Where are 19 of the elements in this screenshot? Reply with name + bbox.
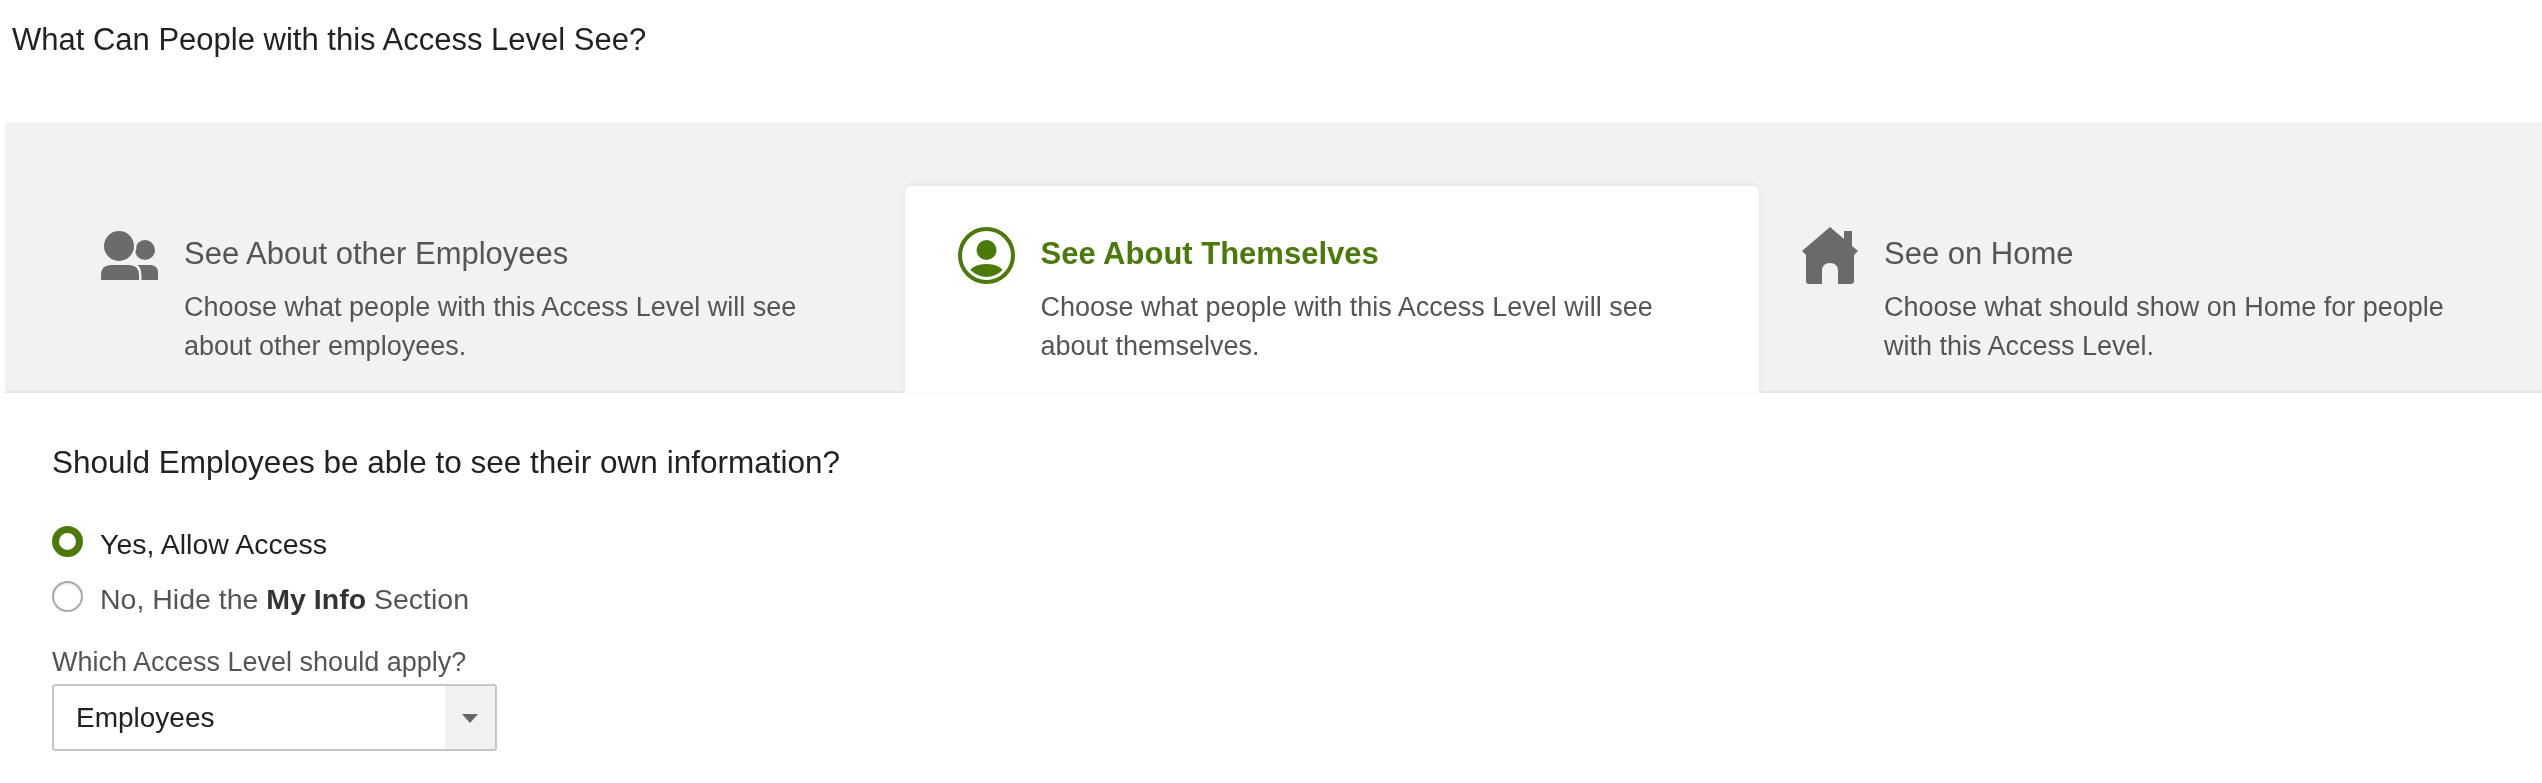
tab[interactable]: See About Themselves Choose what people with this Access Level will see about themselves.: [905, 186, 1759, 393]
tab-title: See on Home: [1884, 235, 2074, 273]
tab-description: Choose what people with this Access Level will see about themselves.: [1040, 291, 1654, 363]
tab-description: Choose what should show on Home for people with this Access Level.: [1884, 291, 2445, 363]
radio-button[interactable]: [52, 581, 83, 612]
field-label: Which Access Level should apply?: [52, 646, 467, 679]
radio-label[interactable]: No, Hide the My Info Section: [100, 581, 470, 617]
caret-icon: [445, 686, 495, 749]
tab-description: Choose what people with this Access Level will see about other employees.: [184, 291, 798, 363]
access-level-select[interactable]: Employees: [52, 684, 497, 751]
question-heading: Should Employees be able to see their own information?: [52, 443, 840, 482]
radio-label[interactable]: Yes, Allow Access: [100, 526, 328, 562]
people-icon: [101, 231, 158, 280]
tab-title: See About Themselves: [1040, 235, 1379, 273]
house-icon: [1801, 227, 1858, 284]
person-circle-icon: [957, 227, 1015, 284]
radio-button[interactable]: [52, 526, 83, 557]
page-title: What Can People with this Access Level See?: [12, 21, 647, 59]
tab-title: See About other Employees: [184, 235, 569, 273]
